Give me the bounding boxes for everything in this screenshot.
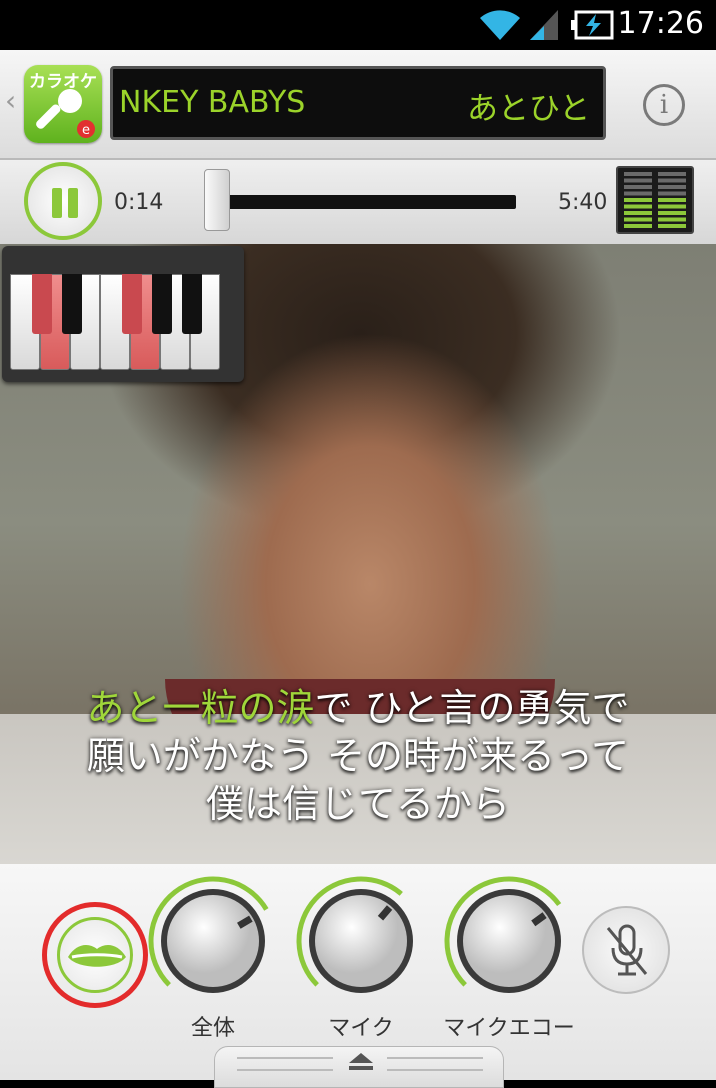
piano-key-black-3 xyxy=(122,274,142,334)
lyrics: あと一粒の涙で ひと言の勇気で 願いがかなう その時が来るって 僕は信じてるから xyxy=(0,684,716,828)
drawer-grip-right xyxy=(387,1057,483,1071)
total-time: 5:40 xyxy=(558,190,608,215)
knob-label-mic-echo: マイクエコー xyxy=(443,1016,575,1041)
lyric-sung-part: あと一粒の涙 xyxy=(86,686,315,730)
level-meter-segment xyxy=(624,185,652,189)
microphone-icon: e xyxy=(36,89,95,138)
app-header: ‹ カラオケ e NKEY BABYS あとひと i xyxy=(0,50,716,160)
piano-guide[interactable] xyxy=(2,246,244,382)
eject-icon-bar xyxy=(349,1066,373,1070)
wifi-icon xyxy=(480,10,520,40)
drawer-handle[interactable] xyxy=(214,1046,504,1088)
level-meter-segment xyxy=(624,224,652,228)
current-time: 0:14 xyxy=(114,190,164,215)
signal-icon xyxy=(530,10,558,40)
level-meter-segment xyxy=(658,178,686,183)
piano-key-black-2 xyxy=(62,274,82,334)
clock-time: 17:26 xyxy=(617,6,704,41)
knob-dial-icon xyxy=(148,876,269,993)
mixer-controls: 全体 マイク マイクエコー xyxy=(0,864,716,1088)
eject-icon xyxy=(349,1053,373,1063)
level-meter-segment xyxy=(658,204,686,209)
info-icon: i xyxy=(659,90,669,120)
level-meter-icon[interactable] xyxy=(616,166,694,234)
level-meter-segment xyxy=(624,217,652,222)
level-meter-segment xyxy=(624,211,652,215)
level-meter-segment xyxy=(624,191,652,196)
status-bar: 17:26 xyxy=(0,0,716,50)
mic-echo-knob[interactable]: マイクエコー xyxy=(443,876,575,1041)
info-button[interactable]: i xyxy=(643,84,685,126)
level-meter-segment xyxy=(658,185,686,189)
lyric-line-3: 僕は信じてるから xyxy=(205,782,510,826)
vocal-guide-toggle[interactable] xyxy=(42,902,148,1008)
level-meter-segment xyxy=(658,224,686,228)
app-logo[interactable]: カラオケ e xyxy=(24,65,102,143)
pause-icon xyxy=(52,188,62,218)
battery-charging-icon xyxy=(571,10,614,40)
level-meter-segment xyxy=(624,178,652,183)
level-meter-segment xyxy=(624,204,652,209)
level-meter-segment xyxy=(658,198,686,202)
song-ticker: NKEY BABYS あとひと xyxy=(110,66,606,140)
vocal-guide-button xyxy=(57,917,133,993)
mic-mute-button[interactable] xyxy=(582,906,670,994)
knob-dial-icon xyxy=(444,876,562,993)
level-meter-segment xyxy=(624,198,652,202)
ticker-song-title: あとひと xyxy=(467,91,591,127)
level-meter-segment xyxy=(658,172,686,176)
mic-muted-icon xyxy=(606,924,648,976)
drawer-grip-left xyxy=(237,1057,333,1071)
seek-thumb[interactable] xyxy=(204,169,231,231)
piano-key-black-4 xyxy=(152,274,172,334)
piano-key-black-5 xyxy=(182,274,202,334)
level-meter-segment xyxy=(658,211,686,215)
svg-text:e: e xyxy=(82,123,90,138)
lyric-line-1: あと一粒の涙で ひと言の勇気で xyxy=(0,684,716,732)
master-volume-knob[interactable]: 全体 xyxy=(148,876,278,1041)
playback-bar: 0:14 5:40 xyxy=(0,160,716,244)
lyric-unsung-part: で ひと言の勇気で xyxy=(314,686,630,730)
level-meter-segment xyxy=(658,217,686,222)
ticker-artist: NKEY BABYS xyxy=(119,85,306,120)
lyric-line-2: 願いがかなう その時が来るって xyxy=(86,734,630,778)
pause-button[interactable] xyxy=(24,162,102,240)
piano-key-black-1 xyxy=(32,274,52,334)
level-meter-segment xyxy=(624,172,652,176)
level-meter-segment xyxy=(658,191,686,196)
pause-icon-bar xyxy=(68,188,78,218)
mic-volume-knob[interactable]: マイク xyxy=(296,876,426,1041)
lips-icon xyxy=(68,945,126,967)
knob-dial-icon xyxy=(296,876,413,993)
seek-bar[interactable] xyxy=(206,195,516,209)
level-meter-bars xyxy=(624,172,686,228)
back-chevron-icon[interactable]: ‹ xyxy=(5,84,16,117)
